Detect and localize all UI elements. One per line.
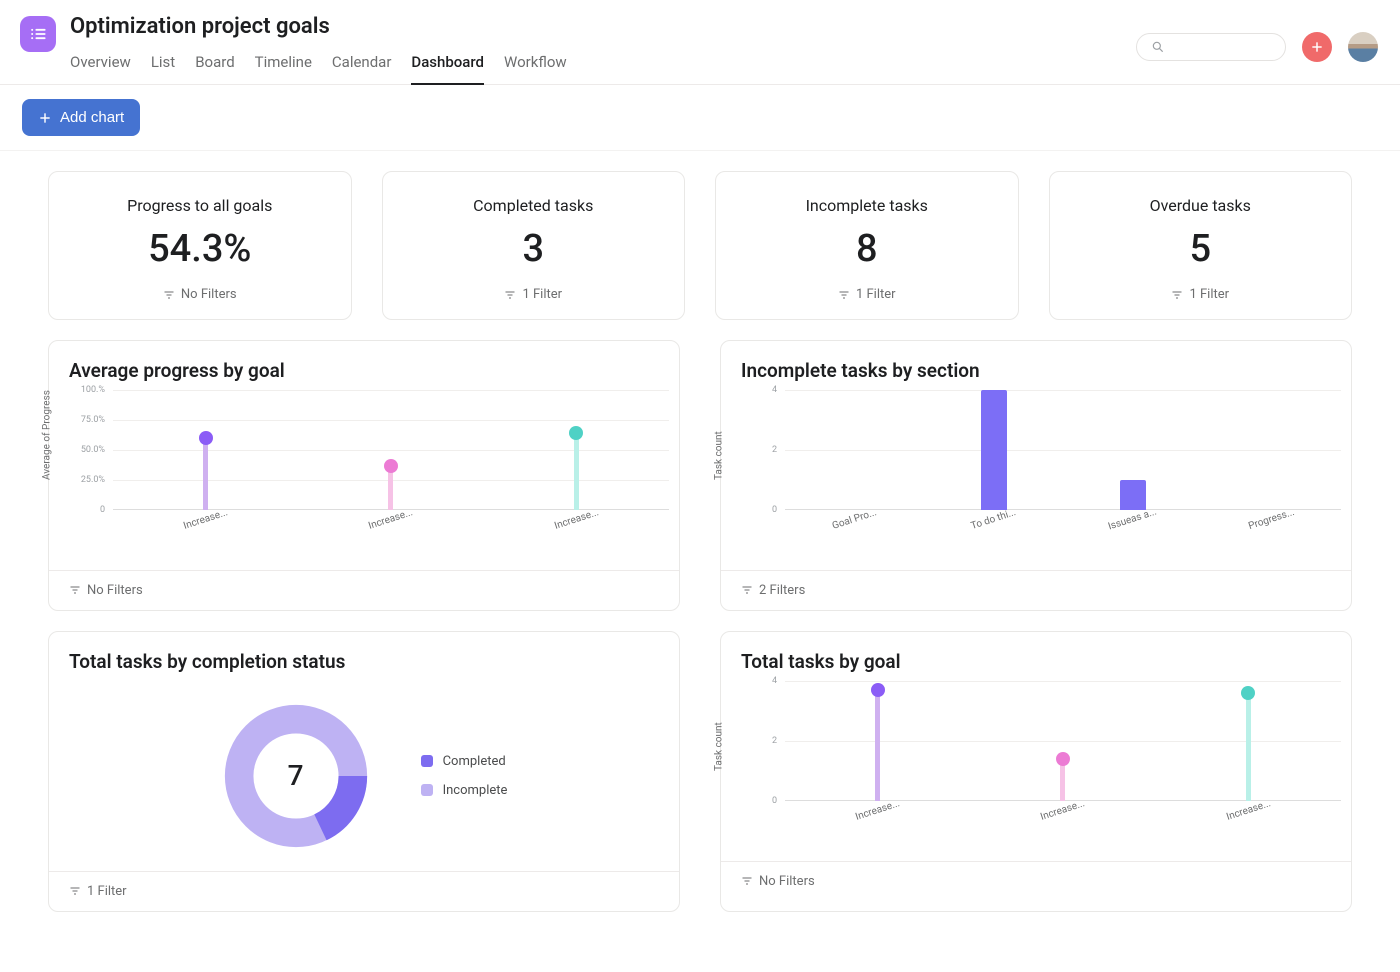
stat-title: Incomplete tasks <box>726 196 1008 215</box>
legend-label: Completed <box>443 754 506 769</box>
stat-value: 8 <box>726 227 1008 271</box>
stat-filter: No Filters <box>163 287 237 302</box>
dashboard-content: Progress to all goals 54.3% No Filters C… <box>0 151 1400 972</box>
chart-bars <box>785 390 1341 510</box>
legend-swatch-completed <box>421 755 433 767</box>
tab-board[interactable]: Board <box>195 53 234 84</box>
chart-bars <box>785 681 1341 801</box>
x-labels: Increase... Increase... Increase... <box>785 805 1341 816</box>
add-chart-label: Add chart <box>60 109 124 126</box>
chart-completion-status[interactable]: Total tasks by completion status 7 Compl… <box>48 631 680 912</box>
filter-icon <box>504 289 516 301</box>
chart-footer[interactable]: No Filters <box>721 861 1351 901</box>
search-icon <box>1151 40 1165 54</box>
y-ticks: 0 2 4 <box>741 390 781 510</box>
plus-icon <box>38 111 52 125</box>
donut-chart: 7 <box>221 701 371 851</box>
stat-card-progress[interactable]: Progress to all goals 54.3% No Filters <box>48 171 352 320</box>
stat-filter: 1 Filter <box>1171 287 1229 302</box>
dashboard-toolbar: Add chart <box>0 85 1400 151</box>
stat-filter: 1 Filter <box>504 287 562 302</box>
stat-filter: 1 Filter <box>838 287 896 302</box>
chart-legend: Completed Incomplete <box>421 754 508 798</box>
plus-icon <box>1310 40 1324 54</box>
legend-label: Incomplete <box>443 783 508 798</box>
stat-card-incomplete[interactable]: Incomplete tasks 8 1 Filter <box>715 171 1019 320</box>
x-labels: Increase... Increase... Increase... <box>113 514 669 525</box>
topbar: Optimization project goals Overview List… <box>0 0 1400 85</box>
y-ticks: 0 25.0% 50.0% 75.0% 100.% <box>69 390 109 510</box>
tab-dashboard[interactable]: Dashboard <box>411 53 484 85</box>
add-chart-button[interactable]: Add chart <box>22 99 140 136</box>
tab-list[interactable]: List <box>151 53 175 84</box>
search-input[interactable] <box>1136 33 1286 61</box>
y-axis-label: Average of Progress <box>42 390 53 480</box>
stat-value: 54.3% <box>59 227 341 271</box>
donut-center-value: 7 <box>221 701 371 851</box>
filter-icon <box>69 584 81 596</box>
filter-icon <box>1171 289 1183 301</box>
stat-title: Progress to all goals <box>59 196 341 215</box>
chart-title: Average progress by goal <box>49 341 679 390</box>
tab-workflow[interactable]: Workflow <box>504 53 567 84</box>
user-avatar[interactable] <box>1348 32 1378 62</box>
global-add-button[interactable] <box>1302 32 1332 62</box>
stat-value: 3 <box>393 227 675 271</box>
y-axis-label: Task count <box>714 722 725 771</box>
x-labels: Goal Pro... To do thi... Issueas a... Pr… <box>785 514 1341 525</box>
chart-incomplete-section[interactable]: Incomplete tasks by section Task count 0… <box>720 340 1352 611</box>
stat-title: Overdue tasks <box>1060 196 1342 215</box>
filter-icon <box>69 885 81 897</box>
chart-tasks-by-goal[interactable]: Total tasks by goal Task count 0 2 4 <box>720 631 1352 912</box>
chart-footer[interactable]: No Filters <box>49 570 679 610</box>
stat-value: 5 <box>1060 227 1342 271</box>
chart-footer[interactable]: 2 Filters <box>721 570 1351 610</box>
tab-timeline[interactable]: Timeline <box>255 53 312 84</box>
stat-card-completed[interactable]: Completed tasks 3 1 Filter <box>382 171 686 320</box>
chart-avg-progress[interactable]: Average progress by goal Average of Prog… <box>48 340 680 611</box>
y-ticks: 0 2 4 <box>741 681 781 801</box>
stat-title: Completed tasks <box>393 196 675 215</box>
stat-card-overdue[interactable]: Overdue tasks 5 1 Filter <box>1049 171 1353 320</box>
chart-title: Total tasks by completion status <box>49 632 679 681</box>
filter-icon <box>163 289 175 301</box>
tab-calendar[interactable]: Calendar <box>332 53 392 84</box>
stats-row: Progress to all goals 54.3% No Filters C… <box>48 171 1352 320</box>
chart-bars <box>113 390 669 510</box>
chart-title: Incomplete tasks by section <box>721 341 1351 390</box>
filter-icon <box>741 875 753 887</box>
legend-swatch-incomplete <box>421 784 433 796</box>
filter-icon <box>838 289 850 301</box>
chart-footer[interactable]: 1 Filter <box>49 871 679 911</box>
tab-overview[interactable]: Overview <box>70 53 131 84</box>
y-axis-label: Task count <box>714 431 725 480</box>
chart-title: Total tasks by goal <box>721 632 1351 681</box>
filter-icon <box>741 584 753 596</box>
project-icon <box>20 16 56 52</box>
